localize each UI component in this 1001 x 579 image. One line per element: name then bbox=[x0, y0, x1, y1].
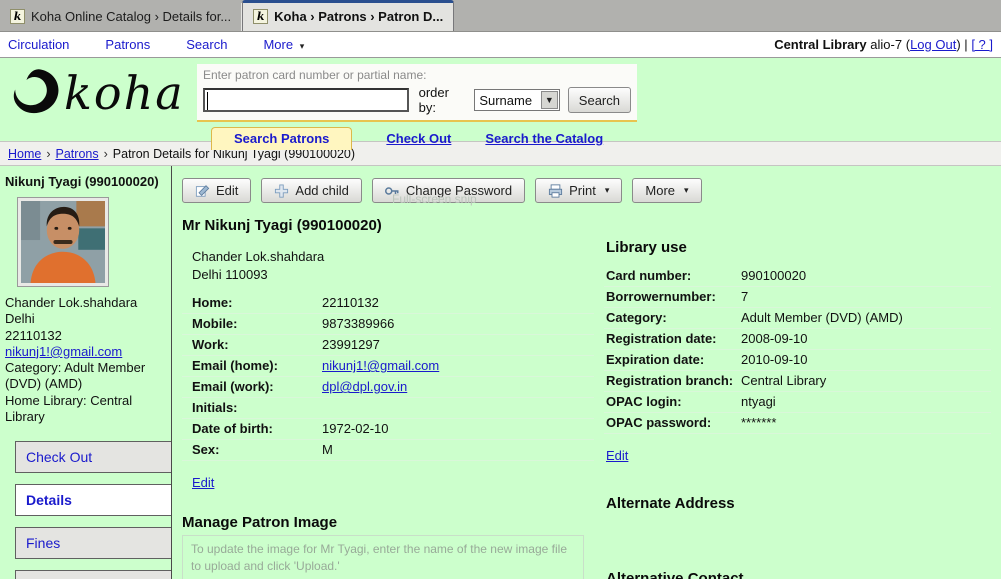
sidebar-email-link[interactable]: nikunj1!@gmail.com bbox=[5, 344, 122, 359]
breadcrumb-home[interactable]: Home bbox=[8, 147, 41, 161]
printer-icon bbox=[549, 183, 563, 198]
field-row: Registration date: 2008-09-10 bbox=[604, 329, 991, 350]
koha-logo-text: koha bbox=[64, 66, 185, 120]
library-use-fields: Card number: 990100020 Borrowernumber: 7 C… bbox=[604, 266, 991, 434]
sidebar-home-library: Home Library: Central Library bbox=[5, 392, 133, 424]
contact-fields: Home: 22110132 Mobile: 9873389966 Work: 239… bbox=[182, 293, 594, 462]
field-row: Home: 22110132 bbox=[182, 293, 594, 315]
search-button[interactable]: Search bbox=[567, 87, 631, 113]
patron-search-input[interactable] bbox=[203, 88, 409, 112]
field-row: OPAC password: ******* bbox=[604, 413, 991, 434]
field-row: Date of birth: 1972-02-10 bbox=[182, 419, 594, 441]
sidebar-menu: Check Out Details Fines Circulation Hist… bbox=[5, 441, 171, 579]
patron-photo bbox=[17, 197, 109, 287]
koha-logo: koha bbox=[10, 66, 185, 120]
tab-search-patrons[interactable]: Search Patrons bbox=[211, 127, 353, 150]
tab-search-catalog[interactable]: Search the Catalog bbox=[485, 131, 603, 150]
browser-tab-opac[interactable]: k Koha Online Catalog › Details for... bbox=[0, 3, 243, 31]
add-child-button[interactable]: Add child bbox=[261, 178, 362, 203]
field-row: OPAC login: ntyagi bbox=[604, 392, 991, 413]
browser-tab-bar: k Koha Online Catalog › Details for... k… bbox=[0, 0, 1001, 32]
browser-tab-label: Koha › Patrons › Patron D... bbox=[274, 9, 444, 24]
search-mode-tabs: Search Patrons Check Out Search the Cata… bbox=[197, 127, 603, 150]
koha-favicon-icon: k bbox=[10, 9, 25, 24]
patron-photo-image bbox=[21, 201, 105, 283]
order-by-select[interactable]: Surname ▼ bbox=[474, 89, 560, 111]
patron-address2: Delhi 110093 bbox=[192, 266, 268, 282]
logged-in-library: Central Library bbox=[774, 37, 867, 52]
help-link[interactable]: [ ? ] bbox=[971, 37, 993, 52]
more-button[interactable]: More ▾ bbox=[632, 178, 702, 203]
order-by-label: order by: bbox=[418, 85, 449, 115]
edit-button[interactable]: Edit bbox=[182, 178, 252, 203]
field-row: Borrowernumber: 7 bbox=[604, 287, 991, 308]
patron-toolbar: Edit Add child Change Password Print ▾ M… bbox=[182, 178, 991, 203]
breadcrumb-separator-icon: › bbox=[103, 146, 108, 161]
tab-check-out[interactable]: Check Out bbox=[386, 131, 451, 150]
field-row: Email (home): nikunj1!@gmail.com bbox=[182, 356, 594, 378]
session-info: Central Library alio-7 (Log Out) | [ ? ] bbox=[774, 37, 993, 52]
patron-detail-main: Edit Add child Change Password Print ▾ M… bbox=[172, 166, 1001, 579]
email-home-link[interactable]: nikunj1!@gmail.com bbox=[322, 358, 439, 373]
patron-heading: Mr Nikunj Tyagi (990100020) bbox=[182, 217, 382, 234]
alternative-contact-heading: Alternative Contact bbox=[606, 570, 744, 579]
field-row: Initials: bbox=[182, 398, 594, 420]
key-icon bbox=[384, 186, 399, 195]
koha-koru-icon bbox=[13, 69, 59, 114]
edit-library-use-link[interactable]: Edit bbox=[606, 448, 628, 463]
menu-patrons[interactable]: Patrons bbox=[105, 37, 150, 52]
field-row: Registration branch: Central Library bbox=[604, 371, 991, 392]
patron-sidebar: Nikunj Tyagi (990100020) Chander Lok.sha… bbox=[0, 166, 172, 579]
field-row: Email (work): dpl@dpl.gov.in bbox=[182, 377, 594, 399]
select-arrow-icon: ▼ bbox=[540, 91, 558, 109]
field-row: Expiration date: 2010-09-10 bbox=[604, 350, 991, 371]
sidebar-phone: 22110132 bbox=[5, 327, 62, 343]
field-row: Sex: M bbox=[182, 440, 594, 462]
breadcrumb-separator-icon: › bbox=[46, 146, 51, 161]
sidebar-category: Category: Adult Member (DVD) (AMD) bbox=[5, 360, 146, 392]
page-header: koha Enter patron card number or partial… bbox=[0, 58, 1001, 150]
sidebar-address2: Delhi bbox=[5, 311, 35, 327]
field-row: Mobile: 9873389966 bbox=[182, 314, 594, 336]
browser-tab-label: Koha Online Catalog › Details for... bbox=[31, 9, 232, 24]
change-password-button[interactable]: Change Password bbox=[371, 178, 526, 203]
menu-circulation[interactable]: Circulation bbox=[8, 37, 69, 52]
chevron-down-icon: ▾ bbox=[684, 185, 689, 195]
alternate-address-heading: Alternate Address bbox=[606, 495, 735, 512]
library-use-heading: Library use bbox=[606, 239, 687, 256]
browser-tab-staff[interactable]: k Koha › Patrons › Patron D... bbox=[242, 0, 455, 31]
edit-contact-link[interactable]: Edit bbox=[192, 475, 214, 490]
edit-icon bbox=[195, 184, 210, 197]
chevron-down-icon: ▾ bbox=[604, 185, 610, 195]
print-button[interactable]: Print ▾ bbox=[535, 178, 623, 203]
patron-search-panel: Enter patron card number or partial name… bbox=[197, 64, 637, 122]
text-caret bbox=[207, 92, 208, 110]
koha-favicon-icon: k bbox=[253, 9, 269, 24]
chevron-down-icon: ▾ bbox=[299, 41, 305, 51]
manage-image-box: To update the image for Mr Tyagi, enter … bbox=[182, 535, 584, 579]
sidebar-item-fines[interactable]: Fines bbox=[15, 527, 171, 559]
sidebar-patron-name: Nikunj Tyagi (990100020) bbox=[5, 174, 159, 189]
field-row: Work: 23991297 bbox=[182, 335, 594, 357]
sidebar-item-check-out[interactable]: Check Out bbox=[15, 441, 171, 473]
email-work-link[interactable]: dpl@dpl.gov.in bbox=[322, 379, 407, 394]
patron-address1: Chander Lok.shahdara bbox=[192, 249, 325, 264]
top-menubar: Circulation Patrons Search More ▾ Centra… bbox=[0, 32, 1001, 58]
breadcrumb-patrons[interactable]: Patrons bbox=[56, 147, 99, 161]
logged-in-user: alio-7 bbox=[870, 37, 903, 52]
plus-icon bbox=[275, 183, 289, 198]
field-row: Card number: 990100020 bbox=[604, 266, 991, 287]
manage-image-heading: Manage Patron Image bbox=[182, 514, 338, 532]
menu-more[interactable]: More ▾ bbox=[263, 37, 304, 52]
field-row: Category: Adult Member (DVD) (AMD) bbox=[604, 308, 991, 329]
menu-search[interactable]: Search bbox=[186, 37, 227, 52]
sidebar-address1: Chander Lok.shahdara bbox=[5, 295, 138, 310]
search-hint-label: Enter patron card number or partial name… bbox=[203, 68, 427, 82]
log-out-link[interactable]: Log Out bbox=[910, 37, 956, 52]
sidebar-item-details[interactable]: Details bbox=[15, 484, 171, 516]
sidebar-item-circulation-history[interactable]: Circulation History bbox=[15, 570, 171, 579]
